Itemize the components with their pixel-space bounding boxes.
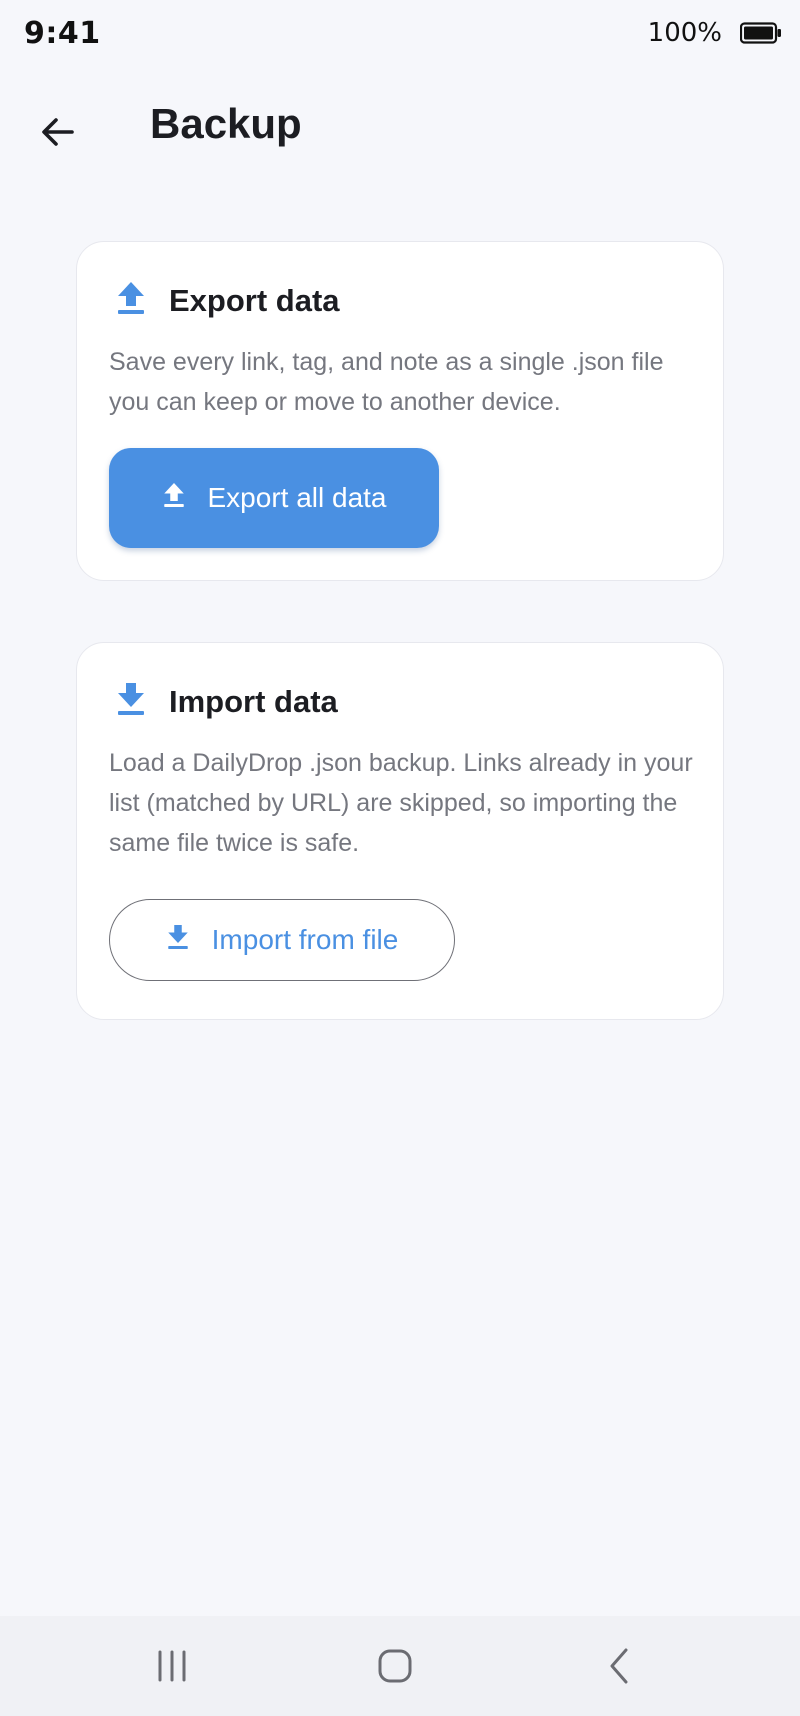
system-navigation-bar (0, 1616, 800, 1716)
arrow-left-icon (42, 118, 74, 146)
import-from-file-button[interactable]: Import from file (109, 899, 455, 981)
import-card-title: Import data (169, 683, 338, 719)
export-card: Export data Save every link, tag, and no… (76, 241, 724, 581)
status-right: 100% (648, 18, 782, 48)
home-icon (378, 1649, 412, 1683)
download-icon (115, 681, 147, 722)
home-button[interactable] (355, 1636, 435, 1696)
status-bar: 9:41 100% (0, 0, 800, 68)
export-card-header: Export data (115, 280, 340, 321)
import-card-description: Load a DailyDrop .json backup. Links alr… (109, 749, 693, 857)
upload-icon (115, 280, 147, 321)
chevron-left-icon (610, 1648, 628, 1684)
export-all-data-button[interactable]: Export all data (109, 448, 439, 548)
import-card-header: Import data (115, 681, 338, 722)
export-all-data-label: Export all data (207, 482, 387, 513)
back-button[interactable] (28, 102, 88, 162)
app-bar: Backup (0, 90, 800, 170)
recents-icon (158, 1650, 186, 1682)
system-back-button[interactable] (580, 1636, 660, 1696)
status-time: 9:41 (24, 16, 101, 51)
download-icon (166, 923, 190, 958)
export-card-title: Export data (169, 282, 340, 318)
export-card-description: Save every link, tag, and note as a sing… (109, 348, 664, 416)
page-title: Backup (150, 100, 302, 147)
recents-button[interactable] (132, 1636, 212, 1696)
upload-icon (162, 481, 186, 516)
import-card: Import data Load a DailyDrop .json backu… (76, 642, 724, 1020)
battery-percentage: 100% (647, 18, 722, 48)
import-from-file-label: Import from file (211, 924, 399, 955)
battery-icon (740, 22, 782, 44)
